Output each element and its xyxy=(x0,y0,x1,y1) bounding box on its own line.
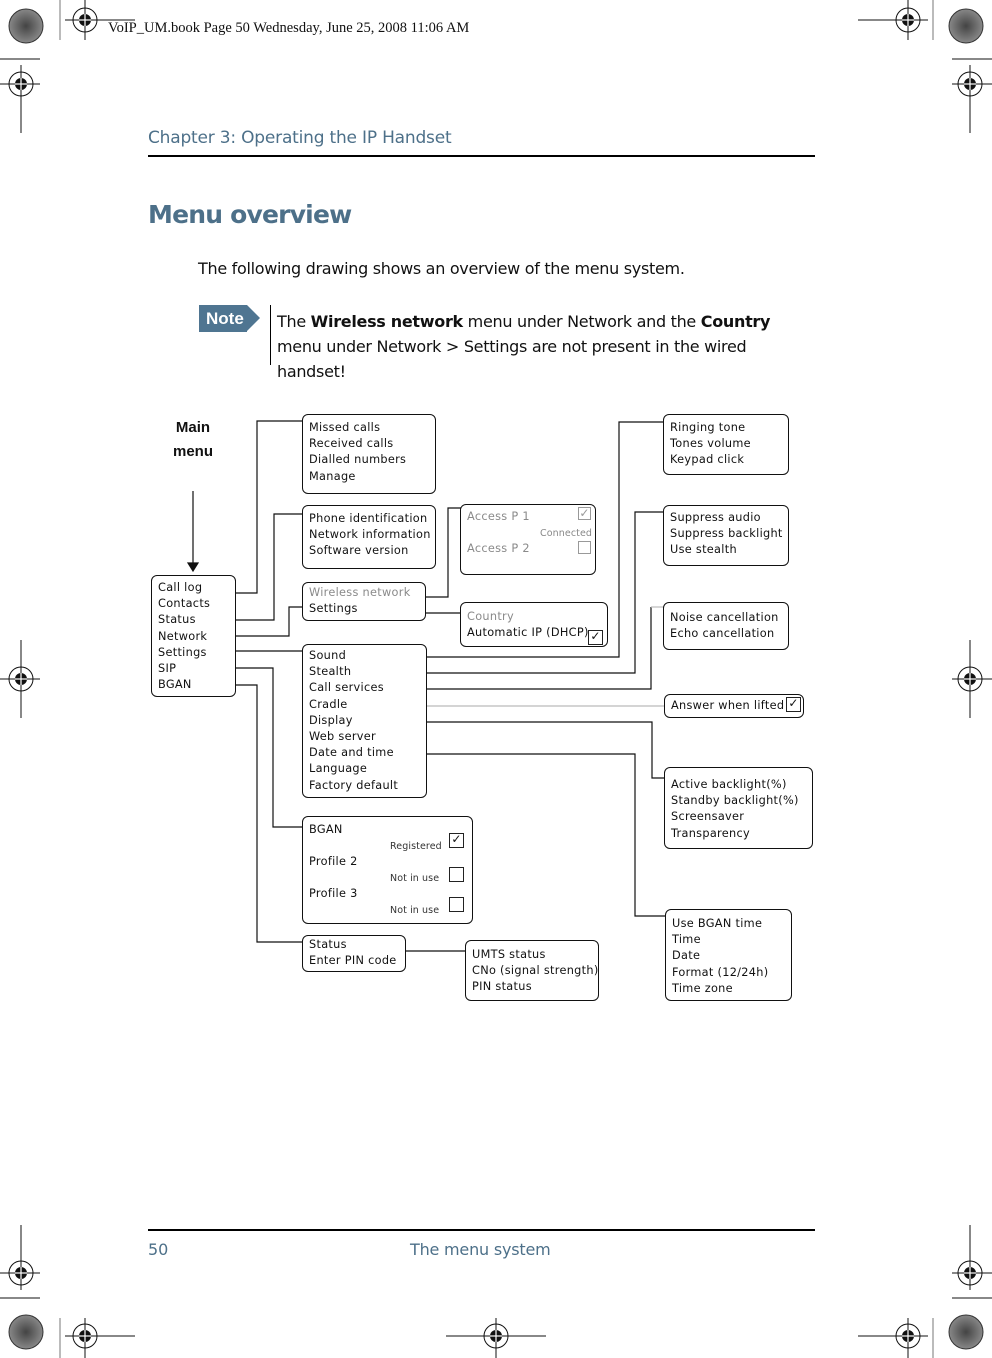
menu-item-dialled-numbers[interactable]: Dialled numbers xyxy=(309,452,429,468)
menu-item-network-information[interactable]: Network information xyxy=(309,527,430,543)
answer-when-lifted-checkbox[interactable]: ✓ xyxy=(786,697,801,712)
menu-item-enter-pin-code[interactable]: Enter PIN code xyxy=(309,953,399,969)
menu-item-cradle[interactable]: Cradle xyxy=(309,697,420,713)
menu-item-access-point-2[interactable]: Access P 2 xyxy=(467,541,589,557)
main-menu-box: Call log Contacts Status Network Setting… xyxy=(151,575,236,697)
menu-item-transparency[interactable]: Transparency xyxy=(671,826,806,842)
settings-submenu: Sound Stealth Call services Cradle Displ… xyxy=(302,644,427,798)
menu-item-display[interactable]: Display xyxy=(309,713,420,729)
menu-item-active-backlight[interactable]: Active backlight(%) xyxy=(671,777,806,793)
menu-item-tones-volume[interactable]: Tones volume xyxy=(670,436,782,452)
menu-item-time[interactable]: Time xyxy=(672,932,785,948)
menu-item-use-bgan-time[interactable]: Use BGAN time xyxy=(672,916,785,932)
profile-3-state: Not in use xyxy=(390,905,440,916)
menu-item-suppress-audio[interactable]: Suppress audio xyxy=(670,510,782,526)
menu-item-factory-default[interactable]: Factory default xyxy=(309,778,420,794)
menu-item-received-calls[interactable]: Received calls xyxy=(309,436,429,452)
access-point-1-checkbox[interactable]: ✓ xyxy=(578,507,591,520)
menu-item-standby-backlight[interactable]: Standby backlight(%) xyxy=(671,793,806,809)
menu-item-noise-cancellation[interactable]: Noise cancellation xyxy=(670,610,782,626)
menu-item-settings[interactable]: Settings xyxy=(158,645,229,661)
menu-item-network-settings[interactable]: Settings xyxy=(309,601,419,617)
profile-3-checkbox[interactable] xyxy=(449,897,464,912)
cradle-submenu: Answer when lifted ✓ xyxy=(664,694,804,718)
bgan-submenu: Status Enter PIN code xyxy=(302,935,406,972)
menu-item-profile-2[interactable]: Profile 2 xyxy=(309,854,466,870)
menu-item-ringing-tone[interactable]: Ringing tone xyxy=(670,420,782,436)
menu-item-manage[interactable]: Manage xyxy=(309,469,429,485)
call-services-submenu: Noise cancellation Echo cancellation xyxy=(663,602,789,650)
footer-section-title: The menu system xyxy=(410,1240,551,1259)
sip-profiles-submenu: BGAN Registered ✓ Profile 2 Not in use P… xyxy=(302,816,473,924)
menu-item-network[interactable]: Network xyxy=(158,629,229,645)
main-menu-label-line: Main xyxy=(175,419,211,436)
menu-item-call-log[interactable]: Call log xyxy=(158,580,229,596)
menu-item-echo-cancellation[interactable]: Echo cancellation xyxy=(670,626,782,642)
menu-item-language[interactable]: Language xyxy=(309,761,420,777)
display-submenu: Active backlight(%) Standby backlight(%)… xyxy=(664,767,813,849)
menu-item-automatic-ip[interactable]: Automatic IP (DHCP) xyxy=(467,625,601,641)
menu-item-cno-signal-strength[interactable]: CNo (signal strength) xyxy=(472,963,598,979)
menu-item-phone-identification[interactable]: Phone identification xyxy=(309,511,429,527)
menu-item-contacts[interactable]: Contacts xyxy=(158,596,229,612)
menu-item-country[interactable]: Country xyxy=(467,609,601,625)
menu-item-sip-bgan[interactable]: BGAN xyxy=(309,822,466,838)
menu-item-umts-status[interactable]: UMTS status xyxy=(472,947,592,963)
menu-item-sound[interactable]: Sound xyxy=(309,648,420,664)
menu-item-wireless-network[interactable]: Wireless network xyxy=(309,585,419,601)
footer-rule xyxy=(148,1229,815,1231)
main-menu-label: Main menu xyxy=(160,416,226,464)
sound-submenu: Ringing tone Tones volume Keypad click xyxy=(663,414,789,475)
sip-bgan-state: Registered xyxy=(390,841,442,852)
access-points-submenu: Access P 1 Connected Access P 2 ✓ xyxy=(460,504,596,575)
menu-item-status[interactable]: Status xyxy=(158,612,229,628)
menu-item-sip[interactable]: SIP xyxy=(158,661,229,677)
menu-item-use-stealth[interactable]: Use stealth xyxy=(670,542,782,558)
menu-diagram-connectors xyxy=(186,420,666,952)
menu-item-web-server[interactable]: Web server xyxy=(309,729,420,745)
date-time-submenu: Use BGAN time Time Date Format (12/24h) … xyxy=(665,909,792,1001)
menu-item-keypad-click[interactable]: Keypad click xyxy=(670,452,782,468)
menu-item-pin-status[interactable]: PIN status xyxy=(472,979,592,995)
menu-item-date[interactable]: Date xyxy=(672,948,785,964)
access-point-status: Connected xyxy=(540,528,593,539)
menu-item-software-version[interactable]: Software version xyxy=(309,543,429,559)
menu-item-date-and-time[interactable]: Date and time xyxy=(309,745,420,761)
menu-item-format[interactable]: Format (12/24h) xyxy=(672,965,785,981)
status-submenu: Phone identification Network information… xyxy=(302,505,436,569)
menu-item-suppress-backlight[interactable]: Suppress backlight xyxy=(670,526,782,542)
access-point-2-checkbox[interactable] xyxy=(578,541,591,554)
network-submenu: Wireless network Settings xyxy=(302,582,426,621)
sip-bgan-checkbox[interactable]: ✓ xyxy=(449,833,464,848)
menu-item-access-point-1[interactable]: Access P 1 xyxy=(467,509,589,525)
call-log-submenu: Missed calls Received calls Dialled numb… xyxy=(302,414,436,494)
dhcp-checkbox[interactable]: ✓ xyxy=(588,630,603,645)
menu-item-answer-when-lifted[interactable]: Answer when lifted xyxy=(671,698,797,714)
menu-item-call-services[interactable]: Call services xyxy=(309,680,420,696)
network-settings-submenu: Country Automatic IP (DHCP) ✓ xyxy=(460,602,608,647)
bgan-status-submenu: UMTS status CNo (signal strength) PIN st… xyxy=(465,940,599,1001)
stealth-submenu: Suppress audio Suppress backlight Use st… xyxy=(663,505,789,566)
menu-item-bgan[interactable]: BGAN xyxy=(158,677,229,693)
profile-2-checkbox[interactable] xyxy=(449,867,464,882)
menu-item-time-zone[interactable]: Time zone xyxy=(672,981,785,997)
menu-item-stealth[interactable]: Stealth xyxy=(309,664,420,680)
menu-item-missed-calls[interactable]: Missed calls xyxy=(309,420,429,436)
menu-item-bgan-status[interactable]: Status xyxy=(309,937,399,953)
menu-item-profile-3[interactable]: Profile 3 xyxy=(309,886,466,902)
page-number: 50 xyxy=(148,1240,169,1259)
main-menu-label-line: menu xyxy=(172,443,213,460)
profile-2-state: Not in use xyxy=(390,873,440,884)
menu-item-screensaver[interactable]: Screensaver xyxy=(671,809,806,825)
